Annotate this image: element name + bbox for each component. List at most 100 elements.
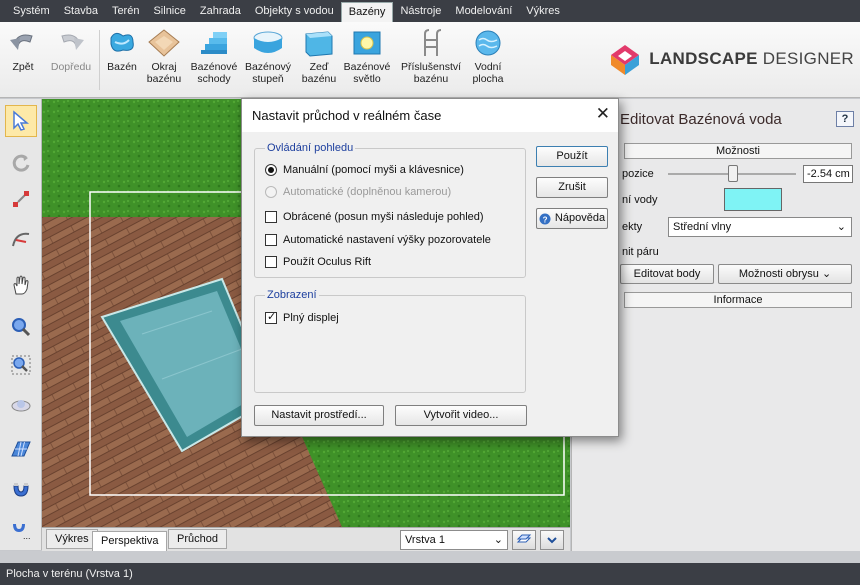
menu-objekty-s-vodou[interactable]: Objekty s vodou: [248, 0, 341, 22]
menu-bazeny[interactable]: Bazény: [340, 2, 394, 22]
layer-select[interactable]: Vrstva 1 ⌄: [400, 530, 508, 550]
pool-light-button[interactable]: Bazénové světlo: [342, 28, 392, 85]
pool-stairs-icon: [201, 32, 227, 54]
rotate-tool[interactable]: [5, 147, 37, 179]
orbit-tool[interactable]: [5, 389, 37, 421]
oculus-checkbox[interactable]: Použít Oculus Rift: [265, 256, 371, 268]
water-surface-button[interactable]: Vodní plocha: [468, 28, 508, 85]
menu-silnice[interactable]: Silnice: [146, 0, 192, 22]
pool-icon: [110, 32, 134, 52]
position-slider[interactable]: [668, 165, 796, 182]
tab-vykres[interactable]: Výkres: [46, 529, 98, 549]
pool-stairs-button[interactable]: Bazénové schody: [190, 28, 238, 85]
orbit-icon: [11, 400, 31, 412]
position-label: pozice: [622, 168, 654, 180]
menu-stavba[interactable]: Stavba: [57, 0, 105, 22]
group-legend-view: Ovládání pohledu: [265, 142, 356, 154]
fullscreen-checkbox[interactable]: Plný displej: [265, 310, 339, 324]
help-label: Nápověda: [554, 212, 606, 224]
undo-button[interactable]: Zpět: [6, 28, 40, 73]
set-environment-button[interactable]: Nastavit prostředí...: [254, 405, 384, 426]
svg-text:...: ...: [23, 531, 31, 540]
position-input[interactable]: -2.54 cm: [803, 165, 853, 183]
panel-help-button[interactable]: ?: [836, 111, 854, 127]
grid-icon: [11, 441, 31, 457]
zoom-tool[interactable]: [5, 311, 37, 343]
water-color-label: ní vody: [622, 194, 658, 206]
apply-button[interactable]: Použít: [536, 146, 608, 167]
pool-light-icon: [353, 31, 381, 55]
menu-teren[interactable]: Terén: [105, 0, 147, 22]
slider-thumb[interactable]: [728, 165, 738, 182]
rotate-icon: [12, 154, 30, 172]
tab-pruchod[interactable]: Průchod: [168, 529, 227, 549]
zoom-icon: [12, 318, 31, 337]
info-header[interactable]: Informace: [624, 292, 852, 308]
view-control-group: Ovládání pohledu Manuální (pomocí myši a…: [254, 142, 526, 278]
status-gap: [0, 551, 860, 563]
pool-button[interactable]: Bazén: [104, 28, 140, 73]
magnet-tool[interactable]: [5, 473, 37, 505]
oculus-label: Použít Oculus Rift: [283, 256, 372, 268]
pan-tool[interactable]: [5, 269, 37, 301]
ribbon-toolbar: Zpět Dopředu Bazén Okraj bazénu Bazénové s…: [0, 22, 860, 98]
effects-label: ekty: [622, 221, 643, 233]
select-tool[interactable]: [5, 105, 37, 137]
undo-icon: [10, 34, 33, 50]
pointer-icon: [13, 110, 30, 131]
redo-button[interactable]: Dopředu: [48, 28, 94, 73]
pool-wall-button[interactable]: Zeď bazénu: [300, 28, 338, 85]
steam-label: nit páru: [622, 246, 659, 258]
checkbox-indicator: [265, 211, 277, 223]
water-color-swatch[interactable]: [724, 188, 782, 211]
chevron-down-icon: ⌄: [493, 534, 503, 546]
checkbox-indicator: [265, 310, 277, 324]
outline-options-button[interactable]: Možnosti obrysu ⌄: [718, 264, 852, 284]
tab-perspektiva[interactable]: Perspektiva: [92, 531, 168, 552]
menu-vykres[interactable]: Výkres: [519, 0, 567, 22]
pool-accessory-button[interactable]: Příslušenství bazénu: [398, 28, 464, 85]
zoom-window-tool[interactable]: [5, 349, 37, 381]
cancel-button[interactable]: Zrušit: [536, 177, 608, 198]
auto-height-label: Automatické nastavení výšky pozorovatele: [283, 234, 491, 246]
reverse-checkbox[interactable]: Obrácené (posun myši následuje pohled): [265, 211, 484, 223]
pool-edge-icon: [148, 29, 180, 57]
magnet-options-tool[interactable]: ...: [5, 513, 37, 545]
help-button[interactable]: ? Nápověda: [536, 208, 608, 229]
menu-zahrada[interactable]: Zahrada: [193, 0, 248, 22]
chevron-down-icon: ⌄: [821, 268, 832, 280]
view-tab-strip: Výkres Perspektiva Průchod Vrstva 1 ⌄: [42, 527, 570, 552]
menu-system[interactable]: Systém: [6, 0, 57, 22]
options-header[interactable]: Možnosti: [624, 143, 852, 159]
layers-dropdown-button[interactable]: [540, 530, 564, 550]
auto-height-checkbox[interactable]: Automatické nastavení výšky pozorovatele: [265, 234, 491, 246]
pool-edge-button[interactable]: Okraj bazénu: [144, 28, 184, 85]
magnet-icon: [13, 483, 29, 497]
radio-indicator: [265, 164, 277, 176]
logo-icon: [611, 45, 640, 75]
menu-modelovani[interactable]: Modelování: [448, 0, 519, 22]
zoom-window-icon: [11, 355, 31, 375]
arc-tool[interactable]: [5, 223, 37, 255]
close-icon[interactable]: ✕: [596, 104, 610, 124]
chevron-down-icon: [547, 537, 557, 544]
ladder-icon: [424, 29, 442, 56]
edit-points-button[interactable]: Editovat body: [620, 264, 714, 284]
chevron-down-icon: ⌄: [836, 221, 846, 233]
dialog-titlebar[interactable]: Nastavit průchod v reálném čase ✕: [242, 99, 618, 132]
hand-icon: [13, 275, 29, 295]
checkbox-indicator: [265, 256, 277, 268]
grid-tool[interactable]: [5, 433, 37, 465]
create-video-button[interactable]: Vytvořit video...: [395, 405, 527, 426]
manual-label: Manuální (pomocí myši a klávesnice): [283, 164, 464, 176]
effects-select[interactable]: Střední vlny ⌄: [668, 217, 852, 237]
menu-nastroje[interactable]: Nástroje: [393, 0, 448, 22]
automatic-label: Automatické (doplněnou kamerou): [283, 186, 452, 198]
effects-select-value: Střední vlny: [673, 221, 732, 233]
resize-tool[interactable]: [5, 183, 37, 215]
pool-step-button[interactable]: Bazénový stupeň: [244, 28, 292, 85]
left-toolbar: ...: [0, 99, 42, 550]
layers-button[interactable]: [512, 530, 536, 550]
manual-radio[interactable]: Manuální (pomocí myši a klávesnice): [265, 164, 464, 176]
pool-wall-icon: [305, 31, 333, 57]
